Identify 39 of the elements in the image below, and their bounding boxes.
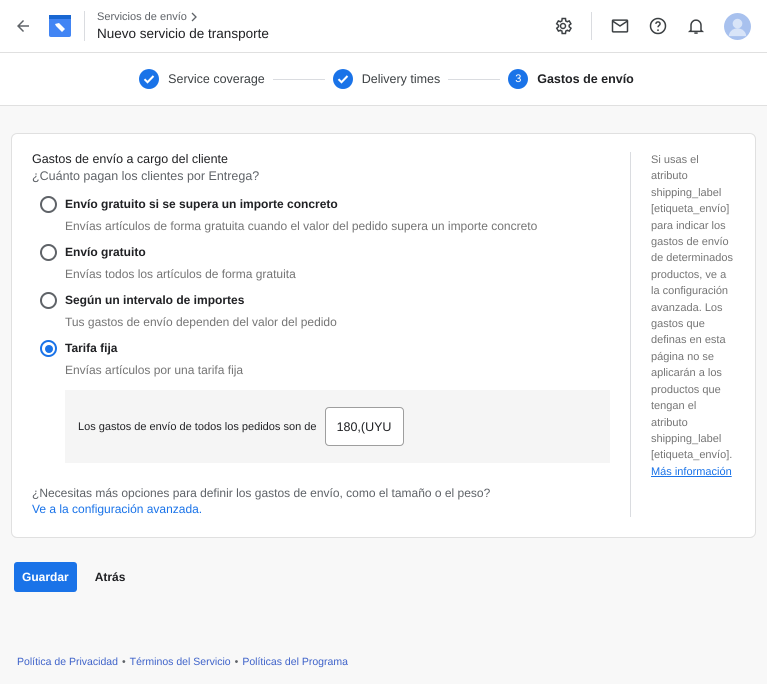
radio-button[interactable] xyxy=(40,292,57,309)
separator-dot: • xyxy=(234,656,238,668)
step-number: 3 xyxy=(508,69,528,89)
footer-link[interactable]: Política de Privacidad xyxy=(17,656,118,668)
option-label: Según un intervalo de importes xyxy=(65,292,246,309)
radio-button[interactable] xyxy=(40,196,57,213)
step-label: Delivery times xyxy=(362,72,440,86)
more-info-link[interactable]: Más información xyxy=(651,466,732,478)
footer-link[interactable]: Términos del Servicio xyxy=(130,656,231,668)
price-tag-icon xyxy=(48,14,72,38)
radio-button[interactable] xyxy=(40,340,57,357)
back-text-button[interactable]: Atrás xyxy=(86,562,134,592)
footer-link[interactable]: Políticas del Programa xyxy=(242,656,348,668)
advanced-settings-link[interactable]: Ve a la configuración avanzada. xyxy=(32,502,202,516)
chevron-right-icon xyxy=(190,12,198,22)
option-label: Envío gratuito si se supera un importe concreto xyxy=(65,196,339,213)
option-description: Envías artículos por una tarifa fija xyxy=(65,363,244,377)
option-label: Envío gratuito xyxy=(65,244,147,261)
section-question: ¿Cuánto pagan los clientes por Entrega? xyxy=(32,169,260,183)
help-button[interactable] xyxy=(648,16,668,36)
rate-label: Los gastos de envío de todos los pedidos son de xyxy=(78,420,317,432)
page-title: Nuevo servicio de transporte xyxy=(97,26,269,41)
option-label: Tarifa fija xyxy=(65,340,118,357)
help-text: ¿Necesitas más opciones para definir los gastos de envío, como el tamaño o el peso? Ve a la configuración avanzada. xyxy=(32,485,492,517)
check-circle-icon xyxy=(139,69,160,89)
option-description: Envías artículos de forma gratuita cuando el valor del pedido supera un importe concreto xyxy=(65,219,538,233)
save-button[interactable]: Guardar xyxy=(14,562,77,592)
side-note: Si usas el atributo shipping_label [etiqueta_envío] para indicar los gastos de envío de determinados productos, ve a la configuración avanzada. Los gastos que definas en esta página no se aplicarán a los productos que tengan el atributo shipping_label [etiqueta_envío]. Más información xyxy=(651,153,734,480)
step-label: Service coverage xyxy=(168,72,265,86)
option-description: Tus gastos de envío dependen del valor del pedido xyxy=(65,315,337,329)
step-label: Gastos de envío xyxy=(537,72,634,86)
breadcrumb-link[interactable]: Servicios de envío xyxy=(97,11,187,23)
rate-input-field[interactable]: 180,(UYU xyxy=(324,407,404,446)
section-heading: Gastos de envío a cargo del cliente xyxy=(32,152,229,166)
settings-button[interactable] xyxy=(553,16,573,36)
check-circle-icon xyxy=(332,69,353,89)
radio-button[interactable] xyxy=(40,244,57,261)
separator-dot: • xyxy=(122,656,126,668)
option-description: Envías todos los artículos de forma gratuita xyxy=(65,267,296,281)
